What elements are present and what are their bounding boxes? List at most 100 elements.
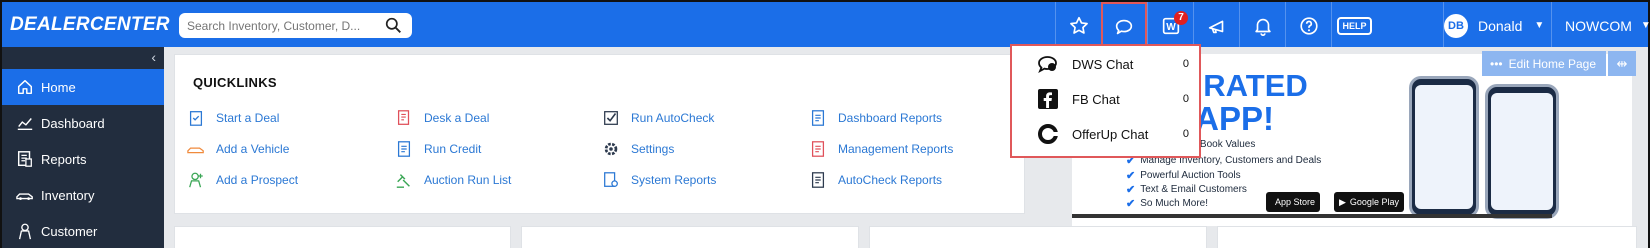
car-add-icon — [187, 147, 204, 154]
quicklink-run-autocheck[interactable]: Run AutoCheck — [602, 109, 714, 127]
notifications-button[interactable] — [1239, 2, 1285, 49]
quicklink-add-prospect[interactable]: Add a Prospect — [187, 171, 298, 189]
chat-button[interactable] — [1101, 2, 1147, 49]
bullet-text: So Much More! — [1140, 198, 1209, 209]
app-store-label: App Store — [1275, 197, 1316, 207]
chat-dropdown-menu: DWS Chat 0 FB Chat 0 OfferUp Chat 0 — [1010, 44, 1201, 158]
menu-item-fb-chat[interactable]: FB Chat 0 — [1012, 81, 1199, 117]
sidebar-item-label: Customer — [41, 223, 98, 239]
notification-badge: 7 — [1174, 11, 1188, 25]
app-logo[interactable]: DEALERCENTER — [10, 14, 170, 36]
quicklink-label: AutoCheck Reports — [838, 173, 943, 187]
bullet-text: Text & Email Customers — [1140, 184, 1247, 195]
reports-icon — [17, 151, 32, 167]
sidebar-item-home[interactable]: Home — [2, 69, 164, 105]
app-store-badge[interactable]: App Store — [1266, 192, 1321, 212]
faq-button[interactable] — [1285, 2, 1331, 49]
chevron-down-icon: ▼ — [1640, 20, 1650, 31]
search-input[interactable] — [187, 18, 377, 33]
sidebar-item-label: Dashboard — [41, 115, 105, 131]
w-app-button[interactable]: W 7 — [1147, 2, 1193, 49]
phone-image — [1409, 76, 1479, 218]
document-icon — [397, 141, 411, 157]
quicklinks-card: QUICKLINKS Start a Deal Add a Vehicle Ad… — [174, 54, 1025, 214]
search-icon[interactable] — [385, 17, 402, 34]
chevron-down-icon: ▼ — [1534, 20, 1545, 31]
check-icon: ✔ — [1126, 198, 1136, 210]
dots-icon: ••• — [1490, 56, 1503, 71]
quicklink-label: Add a Prospect — [216, 173, 299, 187]
menu-item-label: DWS Chat — [1072, 56, 1134, 72]
quicklink-label: Run Credit — [424, 142, 482, 156]
quicklink-label: Desk a Deal — [424, 111, 490, 125]
quicklink-settings[interactable]: Settings — [602, 140, 674, 158]
quicklink-label: Settings — [631, 142, 675, 156]
avatar: DB — [1444, 13, 1468, 38]
quicklink-autocheck-reports[interactable]: AutoCheck Reports — [809, 171, 942, 189]
chat-icon — [1115, 19, 1133, 34]
help-button[interactable]: HELP — [1331, 2, 1377, 49]
quicklink-auction-run-list[interactable]: Auction Run List — [395, 171, 511, 189]
quicklink-run-credit[interactable]: Run Credit — [395, 140, 481, 158]
home-icon — [17, 79, 33, 95]
banner-bullet: ✔ Text & Email Customers — [1126, 183, 1247, 196]
facebook-icon — [1036, 87, 1060, 111]
edit-home-label: Edit Home Page — [1508, 56, 1596, 71]
sidebar-item-customer[interactable]: Customer — [2, 213, 164, 248]
person-icon — [18, 223, 32, 240]
user-menu[interactable]: DB Donald ▼ — [1443, 2, 1551, 49]
sidebar: ‹ Home Dashboard Reports Inventory Custo… — [0, 47, 164, 248]
gavel-icon — [396, 174, 410, 188]
resize-icon: ⇹ — [1616, 55, 1628, 71]
question-icon — [1299, 16, 1318, 35]
sidebar-item-dashboard[interactable]: Dashboard — [2, 105, 164, 141]
document-icon — [811, 172, 825, 188]
quicklink-desk-deal[interactable]: Desk a Deal — [395, 109, 489, 127]
check-icon: ✔ — [1126, 184, 1136, 196]
resize-button[interactable]: ⇹ — [1608, 51, 1636, 76]
clipboard-check-icon — [189, 111, 203, 126]
widget-card — [174, 226, 511, 248]
quicklink-label: Start a Deal — [216, 111, 280, 125]
management-report-icon — [811, 141, 825, 157]
edit-home-page-button[interactable]: ••• Edit Home Page — [1482, 51, 1606, 76]
quicklinks-title: QUICKLINKS — [193, 75, 277, 90]
user-name: Donald — [1478, 17, 1523, 34]
bell-icon — [1254, 18, 1271, 36]
offerup-icon — [1036, 122, 1060, 146]
megaphone-icon — [1208, 20, 1223, 33]
search-box[interactable] — [179, 13, 412, 38]
desk-deal-icon — [397, 110, 410, 125]
menu-item-dws-chat[interactable]: DWS Chat 0 — [1012, 46, 1199, 82]
menu-item-offerup-chat[interactable]: OfferUp Chat 0 — [1012, 116, 1199, 152]
menu-item-count: 0 — [1182, 58, 1189, 70]
menu-item-count: 0 — [1182, 128, 1189, 140]
quicklink-dashboard-reports[interactable]: Dashboard Reports — [809, 109, 942, 127]
sidebar-item-reports[interactable]: Reports — [2, 141, 164, 177]
quicklink-system-reports[interactable]: System Reports — [602, 171, 716, 189]
quicklink-label: System Reports — [631, 173, 717, 187]
quicklink-start-deal[interactable]: Start a Deal — [187, 109, 279, 127]
help-icon: HELP — [1337, 16, 1372, 35]
quicklink-label: Run AutoCheck — [631, 111, 715, 125]
svg-text:W: W — [1166, 22, 1176, 33]
banner-divider — [1072, 214, 1552, 218]
report-gear-icon — [604, 172, 618, 187]
widget-card — [1217, 226, 1637, 248]
announcements-button[interactable] — [1193, 2, 1239, 49]
quicklink-label: Management Reports — [838, 142, 954, 156]
quicklink-management-reports[interactable]: Management Reports — [809, 140, 953, 158]
menu-item-label: OfferUp Chat — [1072, 126, 1149, 142]
widget-card — [869, 226, 1207, 248]
sidebar-item-inventory[interactable]: Inventory — [2, 177, 164, 213]
quicklink-label: Add a Vehicle — [216, 142, 290, 156]
favorites-button[interactable] — [1055, 2, 1101, 49]
quicklink-add-vehicle[interactable]: Add a Vehicle — [187, 140, 289, 158]
google-play-badge[interactable]: ▶ Google Play — [1334, 192, 1404, 212]
company-menu[interactable]: NOWCOM ▼ — [1551, 2, 1650, 49]
dws-chat-icon — [1036, 52, 1060, 76]
sidebar-item-label: Home — [41, 79, 76, 95]
collapse-sidebar-icon[interactable]: ‹ — [151, 49, 156, 65]
menu-item-count: 0 — [1182, 93, 1189, 105]
checkbox-icon — [604, 111, 618, 125]
